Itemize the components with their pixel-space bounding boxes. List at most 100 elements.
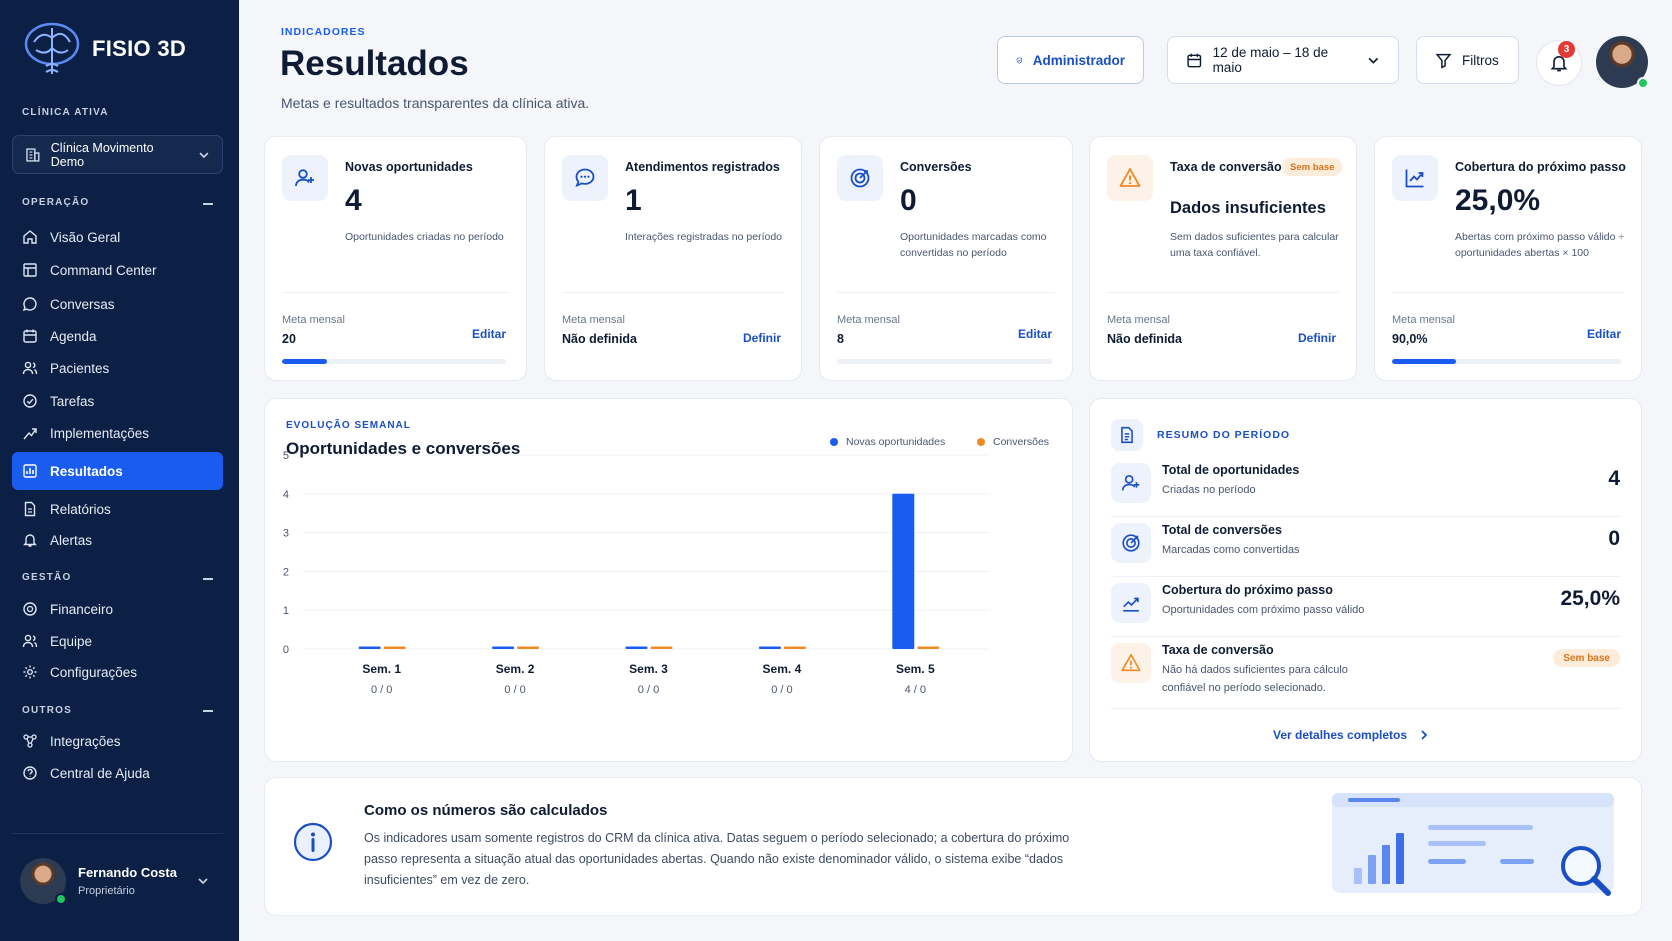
info-text: Os indicadores usam somente registros do… <box>364 831 1070 887</box>
sidebar-item-central-de-ajuda[interactable]: Central de Ajuda <box>12 758 223 788</box>
x-tick-label: Sem. 3 <box>629 662 668 676</box>
date-range-picker[interactable]: 12 de maio – 18 de maio <box>1167 36 1399 84</box>
sidebar-item-visao-geral[interactable]: Visão Geral <box>12 222 223 252</box>
sidebar-item-integracoes[interactable]: Integrações <box>12 726 223 756</box>
sidebar-item-agenda[interactable]: Agenda <box>12 321 223 351</box>
period-summary-card: RESUMO DO PERÍODO Total de oportunidades… <box>1089 398 1642 762</box>
bar <box>358 646 381 649</box>
kpi-description: Oportunidades marcadas como convertidas … <box>900 231 1047 259</box>
kpi-description: Interações registradas no período <box>625 231 783 243</box>
bar-chart-icon <box>23 464 37 478</box>
kpi-title: Conversões <box>900 160 972 174</box>
define-goal-button[interactable]: Definir <box>743 331 781 345</box>
sidebar-item-label: Visão Geral <box>50 229 121 245</box>
kpi-title: Taxa de conversão <box>1170 160 1282 174</box>
bar <box>917 646 940 649</box>
admin-button-label: Administrador <box>1032 52 1125 68</box>
user-avatar-button[interactable] <box>1596 36 1649 89</box>
user-name: Fernando Costa <box>78 864 177 880</box>
kpi-meta-value: Não definida <box>1107 332 1183 346</box>
sidebar-item-label: Relatórios <box>50 501 111 517</box>
sidebar-item-label: Tarefas <box>50 393 95 409</box>
target-icon <box>1111 523 1151 563</box>
summary-row-subtitle: Criadas no período <box>1162 484 1256 496</box>
sidebar-item-tarefas[interactable]: Tarefas <box>12 386 223 416</box>
sidebar-item-implementacoes[interactable]: Implementações <box>12 418 223 448</box>
edit-goal-button[interactable]: Editar <box>1018 327 1052 341</box>
building-icon <box>26 147 40 162</box>
kpi-meta-label: Meta mensal <box>282 314 345 326</box>
info-title: Como os números são calculados <box>364 802 608 819</box>
summary-row-subtitle: Não há dados suficientes para cálculo co… <box>1162 664 1348 694</box>
x-tick-label: Sem. 4 <box>763 662 802 676</box>
sidebar-item-financeiro[interactable]: Financeiro <box>12 594 223 624</box>
command-center-icon <box>23 263 37 277</box>
view-details-link[interactable]: Ver detalhes completos <box>1273 728 1429 742</box>
divider <box>1107 292 1339 293</box>
kpi-value: Dados insuficientes <box>1170 199 1326 217</box>
divider <box>282 292 509 293</box>
check-circle-icon <box>23 394 37 408</box>
collapse-gestao-icon[interactable] <box>203 578 213 580</box>
notifications-button[interactable]: 3 <box>1536 40 1582 86</box>
chart-eyebrow: EVOLUÇÃO SEMANAL <box>286 420 411 431</box>
kpi-card-atendimentos: Atendimentos registrados 1 Interações re… <box>544 136 802 381</box>
kpi-meta-label: Meta mensal <box>562 314 625 326</box>
section-gestao: GESTÃO <box>22 572 72 583</box>
define-goal-button[interactable]: Definir <box>1298 331 1336 345</box>
x-tick-label: Sem. 2 <box>496 662 535 676</box>
user-role: Proprietário <box>78 884 135 897</box>
integration-icon <box>23 734 37 748</box>
user-profile[interactable]: Fernando Costa Proprietário <box>12 833 223 913</box>
kpi-meta-value: 20 <box>282 332 296 346</box>
sidebar-item-alertas[interactable]: Alertas <box>12 525 223 555</box>
chat-bubbles-icon <box>562 155 608 201</box>
sidebar-item-relatorios[interactable]: Relatórios <box>12 494 223 524</box>
kpi-value: 0 <box>900 184 917 217</box>
sidebar-item-conversas[interactable]: Conversas <box>12 289 223 319</box>
section-operacao: OPERAÇÃO <box>22 197 90 208</box>
legend-label: Conversões <box>993 436 1050 448</box>
chart-title: Oportunidades e conversões <box>286 439 521 458</box>
bar <box>783 646 806 649</box>
clinic-selector[interactable]: Clínica Movimento Demo <box>12 135 223 174</box>
y-tick-label: 0 <box>283 644 289 656</box>
users-icon <box>22 361 38 375</box>
sidebar-item-configuracoes[interactable]: Configurações <box>12 657 223 687</box>
edit-goal-button[interactable]: Editar <box>1587 327 1621 341</box>
trend-icon <box>23 428 37 440</box>
admin-button[interactable]: Administrador <box>997 36 1144 84</box>
edit-goal-button[interactable]: Editar <box>472 327 506 341</box>
chevron-down-icon <box>1368 57 1379 64</box>
summary-row-value: 4 <box>1608 467 1620 490</box>
sidebar-item-equipe[interactable]: Equipe <box>12 626 223 656</box>
filters-button[interactable]: Filtros <box>1416 36 1519 84</box>
chevron-right-icon <box>1421 730 1428 740</box>
summary-row-title: Cobertura do próximo passo <box>1162 583 1333 597</box>
document-icon <box>24 501 36 517</box>
trend-up-icon <box>1392 155 1438 201</box>
kpi-description: Sem dados suficientes para calcular uma … <box>1170 231 1339 259</box>
kpi-meta-value: Não definida <box>562 332 638 346</box>
user-plus-icon <box>282 155 328 201</box>
calendar-icon <box>1187 53 1202 67</box>
summary-row-title: Total de conversões <box>1162 523 1282 537</box>
page-subtitle: Metas e resultados transparentes da clín… <box>281 95 590 111</box>
sidebar-item-pacientes[interactable]: Pacientes <box>12 353 223 383</box>
kpi-meta-label: Meta mensal <box>1107 314 1170 326</box>
collapse-outros-icon[interactable] <box>203 710 213 712</box>
data-label: 0 / 0 <box>638 684 659 696</box>
sidebar-item-label: Equipe <box>50 633 93 649</box>
summary-header: RESUMO DO PERÍODO <box>1111 419 1290 451</box>
data-label: 4 / 0 <box>905 684 926 696</box>
collapse-operacao-icon[interactable] <box>203 203 213 205</box>
kpi-meta-value: 8 <box>837 332 844 346</box>
kpi-description: Oportunidades criadas no período <box>345 231 504 243</box>
sidebar-item-command-center[interactable]: Command Center <box>12 255 223 285</box>
kpi-card-cobertura: Cobertura do próximo passo 25,0% Abertas… <box>1374 136 1642 381</box>
brand[interactable]: FISIO 3D <box>20 20 186 78</box>
sidebar-item-resultados[interactable]: Resultados <box>12 452 223 490</box>
summary-row-conversoes: Total de conversões Marcadas como conver… <box>1111 517 1620 577</box>
team-icon <box>22 634 38 648</box>
chevron-down-icon <box>199 151 209 158</box>
